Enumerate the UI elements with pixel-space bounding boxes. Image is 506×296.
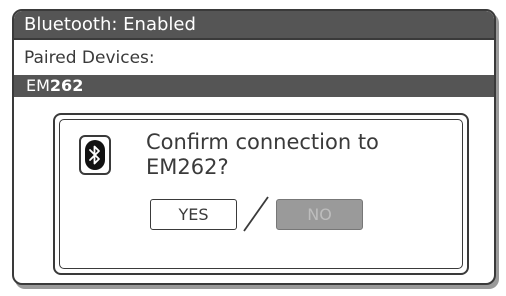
device-name-prefix: EM [26, 76, 50, 95]
dialog-message-line2: EM262? [146, 155, 229, 179]
separator-slash [243, 196, 269, 232]
dialog-message-line1: Confirm connection to [146, 130, 379, 154]
paired-devices-label: Paired Devices: [24, 48, 155, 68]
paired-device-item[interactable]: EM262 [14, 75, 494, 97]
bluetooth-screen: Bluetooth: Enabled Paired Devices: EM262… [12, 9, 496, 285]
no-button[interactable]: NO [276, 199, 363, 230]
yes-button[interactable]: YES [150, 199, 237, 230]
title-bar: Bluetooth: Enabled [14, 11, 494, 40]
bluetooth-icon [79, 135, 111, 175]
dialog-message: Confirm connection to EM262? [146, 130, 426, 180]
confirm-connection-dialog: Confirm connection to EM262? YES NO [53, 113, 469, 275]
device-name-model: 262 [49, 76, 84, 95]
